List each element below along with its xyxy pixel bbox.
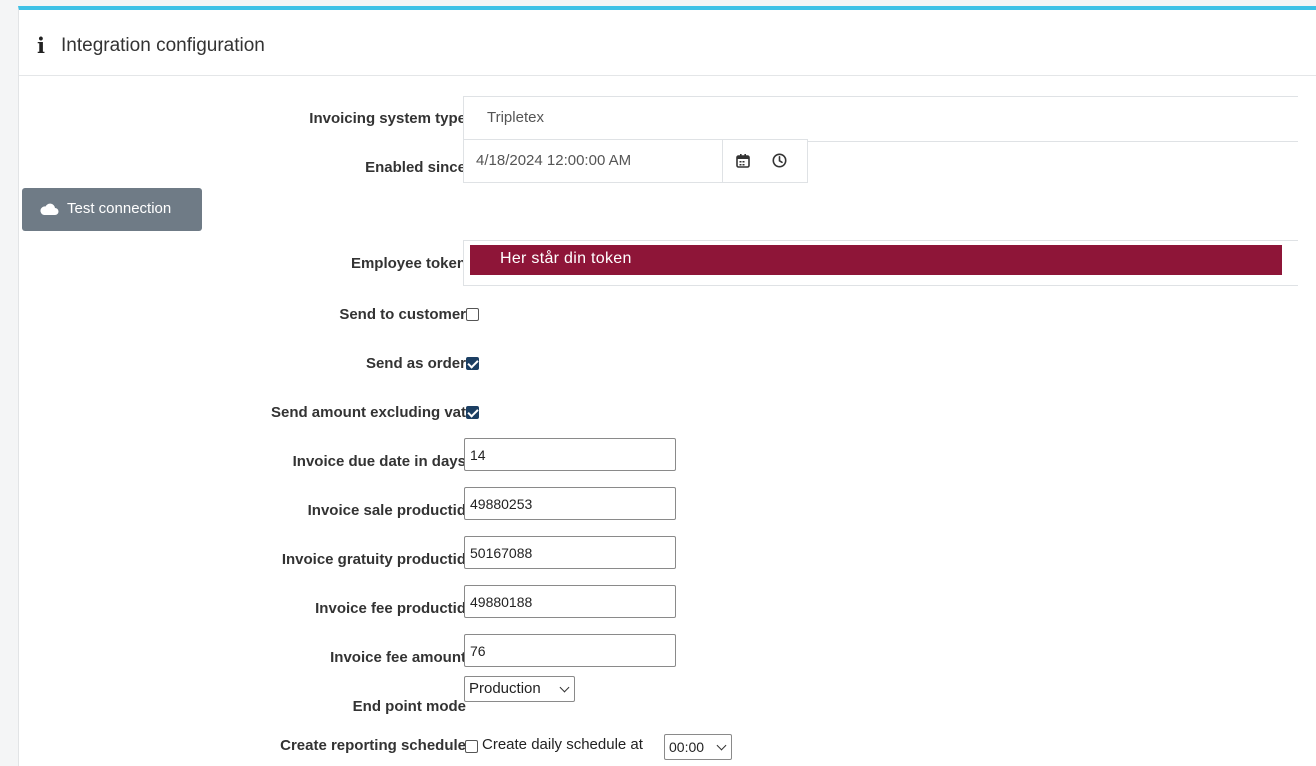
enabled-since-datetime-picker[interactable]: 4/18/2024 12:00:00 AM <box>463 139 808 183</box>
send-amount-excluding-vat-label: Send amount excluding vat <box>270 404 466 421</box>
create-daily-schedule-checkbox[interactable] <box>465 740 478 753</box>
test-connection-label: Test connection <box>67 200 172 217</box>
info-icon: i <box>37 33 45 58</box>
chevron-down-icon <box>559 682 570 693</box>
calendar-icon[interactable] <box>736 154 750 168</box>
invoice-fee-productid-input[interactable] <box>464 585 676 618</box>
create-reporting-schedule-label: Create reporting schedule <box>280 737 466 754</box>
invoicing-system-type-value: Tripletex <box>487 109 544 126</box>
invoice-fee-amount-label: Invoice fee amount <box>330 649 466 666</box>
end-point-mode-value: Production <box>469 680 541 697</box>
schedule-time-select[interactable]: 00:00 <box>664 734 732 760</box>
send-amount-excluding-vat-checkbox[interactable] <box>466 406 479 419</box>
panel-header: i Integration configuration <box>19 10 1316 76</box>
test-connection-button[interactable]: Test connection <box>22 188 202 231</box>
date-separator <box>722 140 723 182</box>
panel-title: Integration configuration <box>61 35 265 56</box>
invoice-gratuity-productid-label: Invoice gratuity productid <box>281 551 466 568</box>
employee-token-label: Employee token <box>350 255 466 272</box>
invoice-sale-productid-input[interactable] <box>464 487 676 520</box>
invoice-due-date-input[interactable] <box>464 438 676 471</box>
send-to-customer-checkbox[interactable] <box>466 308 479 321</box>
invoice-fee-productid-label: Invoice fee productid <box>315 600 466 617</box>
send-to-customer-label: Send to customer <box>339 306 466 323</box>
send-as-order-checkbox[interactable] <box>466 357 479 370</box>
invoice-fee-amount-input[interactable] <box>464 634 676 667</box>
chevron-down-icon <box>716 740 727 751</box>
clock-icon[interactable] <box>772 153 787 168</box>
end-point-mode-label: End point mode <box>352 698 466 715</box>
send-as-order-label: Send as order <box>365 355 466 372</box>
enabled-since-label: Enabled since <box>365 159 466 176</box>
enabled-since-value: 4/18/2024 12:00:00 AM <box>476 152 632 169</box>
cloud-icon <box>40 203 59 215</box>
invoicing-system-type-field[interactable]: Tripletex <box>463 96 1298 142</box>
schedule-time-value: 00:00 <box>669 739 705 755</box>
end-point-mode-select[interactable]: Production <box>464 676 575 702</box>
employee-token-banner: Her står din token <box>470 245 1282 275</box>
invoicing-system-type-label: Invoicing system type <box>309 110 466 127</box>
invoice-sale-productid-label: Invoice sale productid <box>307 502 466 519</box>
invoice-gratuity-productid-input[interactable] <box>464 536 676 569</box>
invoice-due-date-label: Invoice due date in days <box>292 453 466 470</box>
create-daily-schedule-text: Create daily schedule at <box>482 736 643 753</box>
